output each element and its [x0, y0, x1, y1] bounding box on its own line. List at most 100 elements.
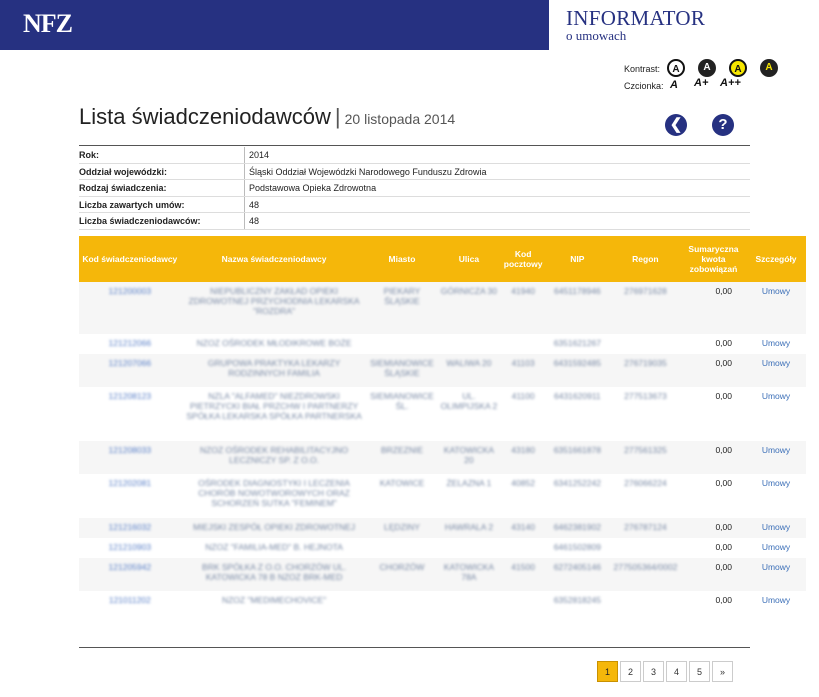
page-button-5[interactable]: 5: [689, 661, 710, 682]
font-largest-button[interactable]: A++: [720, 77, 741, 89]
font-normal-button[interactable]: A: [670, 79, 678, 91]
provider-nip: 6461502809: [553, 542, 601, 552]
summary-key: Rok:: [79, 150, 99, 160]
contracts-link[interactable]: Umowy: [762, 522, 790, 532]
col-header-nip[interactable]: NIP: [544, 236, 610, 282]
provider-street: HAWRALA 2: [444, 522, 494, 532]
page-button-1[interactable]: 1: [597, 661, 618, 682]
contrast-default-button[interactable]: A: [667, 59, 685, 77]
provider-regon: 276787124: [624, 522, 667, 532]
contracts-link[interactable]: Umowy: [762, 478, 790, 488]
page-button-2[interactable]: 2: [620, 661, 641, 682]
col-header-kwota[interactable]: Sumaryczna kwota zobowiązań: [680, 236, 746, 282]
contracts-link[interactable]: Umowy: [762, 338, 790, 348]
summary-value: 48: [249, 199, 260, 210]
contracts-link[interactable]: Umowy: [762, 358, 790, 368]
summary-table: Rok: 2014 Oddział wojewódzki: Śląski Oddzi…: [79, 147, 750, 230]
provider-code[interactable]: 121011202: [109, 595, 151, 605]
page-title-text: Lista świadczeniodawców: [79, 104, 331, 129]
provider-street: UL. OLIMPIJSKA 2: [440, 391, 498, 411]
provider-street: GÓRNICZA 30: [440, 286, 498, 296]
informator-box[interactable]: INFORMATOR o umowach: [546, 0, 819, 50]
contrast-dark-button[interactable]: A: [698, 59, 716, 77]
provider-city: CHORZÓW: [379, 562, 425, 572]
header-divider: [79, 145, 750, 146]
col-header-kod[interactable]: Kod świadczeniodawcy: [79, 236, 181, 282]
provider-code[interactable]: 121202081: [109, 478, 152, 488]
col-header-nazwa[interactable]: Nazwa świadczeniodawcy: [180, 236, 368, 282]
table-header-row: Kod świadczeniodawcy Nazwa świadczenioda…: [79, 236, 806, 282]
provider-code[interactable]: 121207066: [109, 358, 152, 368]
contracts-link[interactable]: Umowy: [762, 391, 790, 401]
provider-regon: 277513673: [624, 391, 667, 401]
accessibility-panel: Kontrast: Czcionka: A A A A A A+ A++: [624, 58, 784, 98]
provider-amount: 0,00: [715, 595, 732, 605]
contrast-label: Kontrast:: [624, 64, 661, 74]
provider-name: NZOZ "FAMILIA-MED" B. HEJNOTA: [205, 542, 343, 552]
contracts-link[interactable]: Umowy: [762, 286, 790, 296]
col-header-regon[interactable]: Regon: [609, 236, 681, 282]
table-row: 121200003 NIEPUBLICZNY ZAKŁAD OPIEKI ZDRO…: [79, 282, 806, 334]
provider-street: KATOWICKA 20: [443, 445, 495, 465]
font-larger-button[interactable]: A+: [694, 77, 708, 89]
summary-key: Oddział wojewódzki:: [79, 166, 168, 177]
provider-amount: 0,00: [715, 542, 732, 552]
provider-name: NZLA "ALFAMED" NIEZDROWSKI PIETRZYCKI BI…: [186, 391, 362, 421]
pagination: 1 2 3 4 5 »: [595, 661, 733, 682]
col-header-szczegoly: Szczegóły: [745, 236, 806, 282]
provider-regon: 276719035: [624, 358, 667, 368]
summary-divider: [244, 213, 245, 229]
table-row: 121207066 GRUPOWA PRAKTYKA LEKARZY RODZIN…: [79, 354, 806, 387]
provider-name: NIEPUBLICZNY ZAKŁAD OPIEKI ZDROWOTNEJ PR…: [188, 286, 360, 316]
provider-regon: 277505364/0002: [613, 562, 678, 572]
provider-code[interactable]: 121205942: [109, 562, 152, 572]
arrow-left-icon[interactable]: ❮: [665, 114, 687, 136]
provider-nip: 6351621267: [553, 338, 601, 348]
table-row: 121208033 NZOZ OŚRODEK REHABILITACYJNO LE…: [79, 441, 806, 474]
contracts-link[interactable]: Umowy: [762, 445, 790, 455]
col-header-miasto[interactable]: Miasto: [367, 236, 437, 282]
next-page-button[interactable]: »: [712, 661, 733, 682]
summary-key: Liczba zawartych umów:: [79, 199, 185, 210]
contrast-yellow-button[interactable]: A: [729, 59, 747, 77]
informator-subtitle: o umowach: [566, 28, 627, 43]
provider-postal-code: 43140: [511, 522, 535, 532]
page-button-3[interactable]: 3: [643, 661, 664, 682]
table-row: 121212066 NZOZ OŚRODEK MŁODIKROWE BOŻE 635…: [79, 334, 806, 354]
col-header-ulica[interactable]: Ulica: [436, 236, 502, 282]
provider-amount: 0,00: [715, 391, 732, 401]
provider-nip: 6272405146: [553, 562, 601, 572]
provider-code[interactable]: 121208033: [109, 445, 152, 455]
provider-amount: 0,00: [715, 562, 732, 572]
page-button-4[interactable]: 4: [666, 661, 687, 682]
provider-code[interactable]: 121208123: [109, 391, 152, 401]
contracts-link[interactable]: Umowy: [762, 542, 790, 552]
summary-divider: [244, 163, 245, 179]
summary-row: Liczba zawartych umów: 48: [79, 196, 750, 213]
provider-street: KATOWICKA 78A: [443, 562, 495, 582]
provider-code[interactable]: 121200003: [109, 286, 152, 296]
provider-name: NZOZ OŚRODEK REHABILITACYJNO LECZNICZY S…: [200, 445, 349, 465]
provider-code[interactable]: 121212066: [109, 338, 152, 348]
question-icon[interactable]: ?: [712, 114, 734, 136]
provider-postal-code: 41100: [511, 391, 535, 401]
provider-code[interactable]: 121210903: [109, 542, 152, 552]
summary-value: Podstawowa Opieka Zdrowotna: [249, 183, 377, 193]
table-row: 121205942 BRK SPÓŁKA Z O.O. CHORZÓW UL. K…: [79, 558, 806, 591]
summary-key: Rodzaj świadczenia:: [79, 183, 167, 193]
provider-name: OŚRODEK DIAGNOSTYKI I LECZENIA CHORÓB NO…: [198, 478, 350, 508]
provider-street: WALIWA 20: [446, 358, 492, 368]
contracts-link[interactable]: Umowy: [762, 562, 790, 572]
contracts-link[interactable]: Umowy: [762, 595, 790, 605]
summary-row: Liczba świadczeniodawców: 48: [79, 213, 750, 230]
provider-nip: 6451178946: [554, 286, 601, 296]
contrast-yellow-on-black-button[interactable]: A: [760, 59, 778, 77]
nfz-logo[interactable]: NFZ: [23, 9, 73, 39]
summary-divider: [244, 180, 245, 196]
summary-value: Śląski Oddział Wojewódzki Narodowego Fun…: [249, 166, 487, 177]
provider-code[interactable]: 121216032: [109, 522, 152, 532]
provider-amount: 0,00: [715, 338, 732, 348]
provider-city: SIEMIANOWICE ŚL.: [370, 391, 434, 411]
provider-amount: 0,00: [715, 286, 732, 296]
col-header-kod-pocztowy[interactable]: Kod pocztowy: [501, 236, 545, 282]
